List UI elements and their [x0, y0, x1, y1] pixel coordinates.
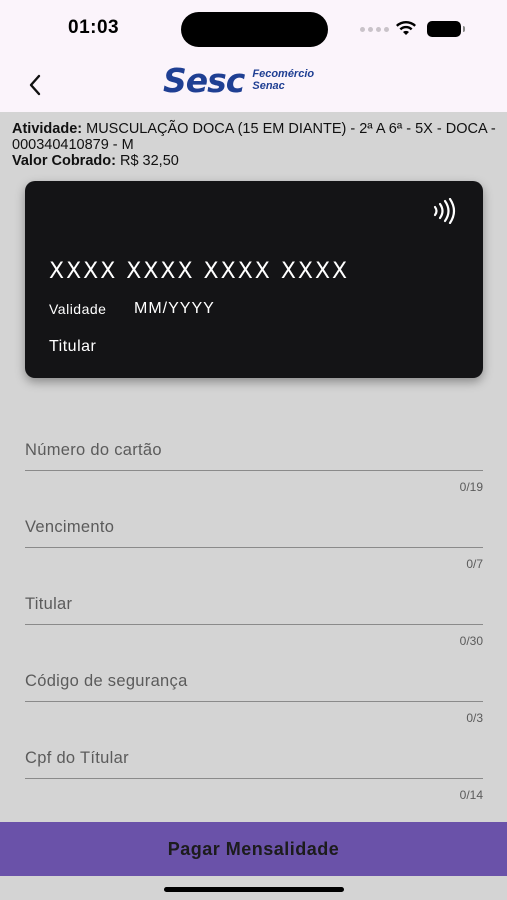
security-code-label: Código de segurança: [25, 672, 188, 690]
dynamic-island: [181, 12, 328, 47]
activity-value: MUSCULAÇÃO DOCA (15 EM DIANTE) - 2ª A 6ª…: [12, 121, 496, 153]
home-indicator[interactable]: [164, 887, 344, 892]
expiry-label: Vencimento: [25, 518, 115, 536]
credit-card-preview: XXXX XXXX XXXX XXXX Validade MM/YYYY Tit…: [25, 181, 483, 378]
contactless-icon: [433, 198, 456, 224]
price-line: Valor Cobrado: R$ 32,50: [12, 153, 497, 169]
card-number-counter: 0/19: [459, 480, 483, 494]
cpf-label: Cpf do Títular: [25, 749, 129, 767]
status-time: 01:03: [68, 17, 120, 38]
price-value: R$ 32,50: [119, 153, 179, 169]
card-validity-label: Validade: [49, 301, 107, 317]
chevron-left-icon: [29, 74, 41, 96]
expiry-field[interactable]: Vencimento: [25, 508, 483, 548]
card-number-label: Número do cartão: [25, 441, 162, 459]
security-code-field[interactable]: Código de segurança: [25, 662, 483, 702]
app-header: Sesc Fecomércio Senac: [0, 58, 507, 112]
cpf-field[interactable]: Cpf do Títular: [25, 739, 483, 779]
holder-counter: 0/30: [459, 634, 483, 648]
holder-field[interactable]: Titular: [25, 585, 483, 625]
security-code-counter: 0/3: [466, 711, 483, 725]
card-number-field[interactable]: Número do cartão: [25, 431, 483, 471]
logo-sub-fecomercio: Fecomércio: [252, 67, 315, 80]
price-label: Valor Cobrado:: [12, 153, 116, 169]
wifi-icon: [396, 21, 416, 35]
activity-label: Atividade:: [12, 121, 83, 137]
expiry-counter: 0/7: [466, 557, 483, 571]
battery-icon: [427, 21, 465, 37]
pay-button-label: Pagar Mensalidade: [167, 838, 340, 859]
card-holder-display: Titular: [49, 338, 97, 355]
status-bar: 01:03: [0, 0, 507, 58]
pay-button[interactable]: Pagar Mensalidade: [0, 822, 507, 876]
signal-dots-icon: [360, 27, 389, 32]
cpf-counter: 0/14: [459, 788, 483, 802]
activity-line: Atividade: MUSCULAÇÃO DOCA (15 EM DIANTE…: [12, 121, 497, 153]
holder-label: Titular: [25, 595, 73, 613]
card-number-display: XXXX XXXX XXXX XXXX: [49, 259, 350, 284]
sesc-logo: Sesc Fecomércio Senac: [163, 64, 314, 97]
activity-info: Atividade: MUSCULAÇÃO DOCA (15 EM DIANTE…: [12, 121, 497, 169]
card-validity-value: MM/YYYY: [134, 300, 215, 317]
logo-sub-senac: Senac: [252, 79, 285, 92]
back-button[interactable]: [20, 70, 50, 100]
logo-sub-text: Fecomércio Senac: [252, 67, 315, 92]
logo-main-text: Sesc: [163, 61, 245, 100]
